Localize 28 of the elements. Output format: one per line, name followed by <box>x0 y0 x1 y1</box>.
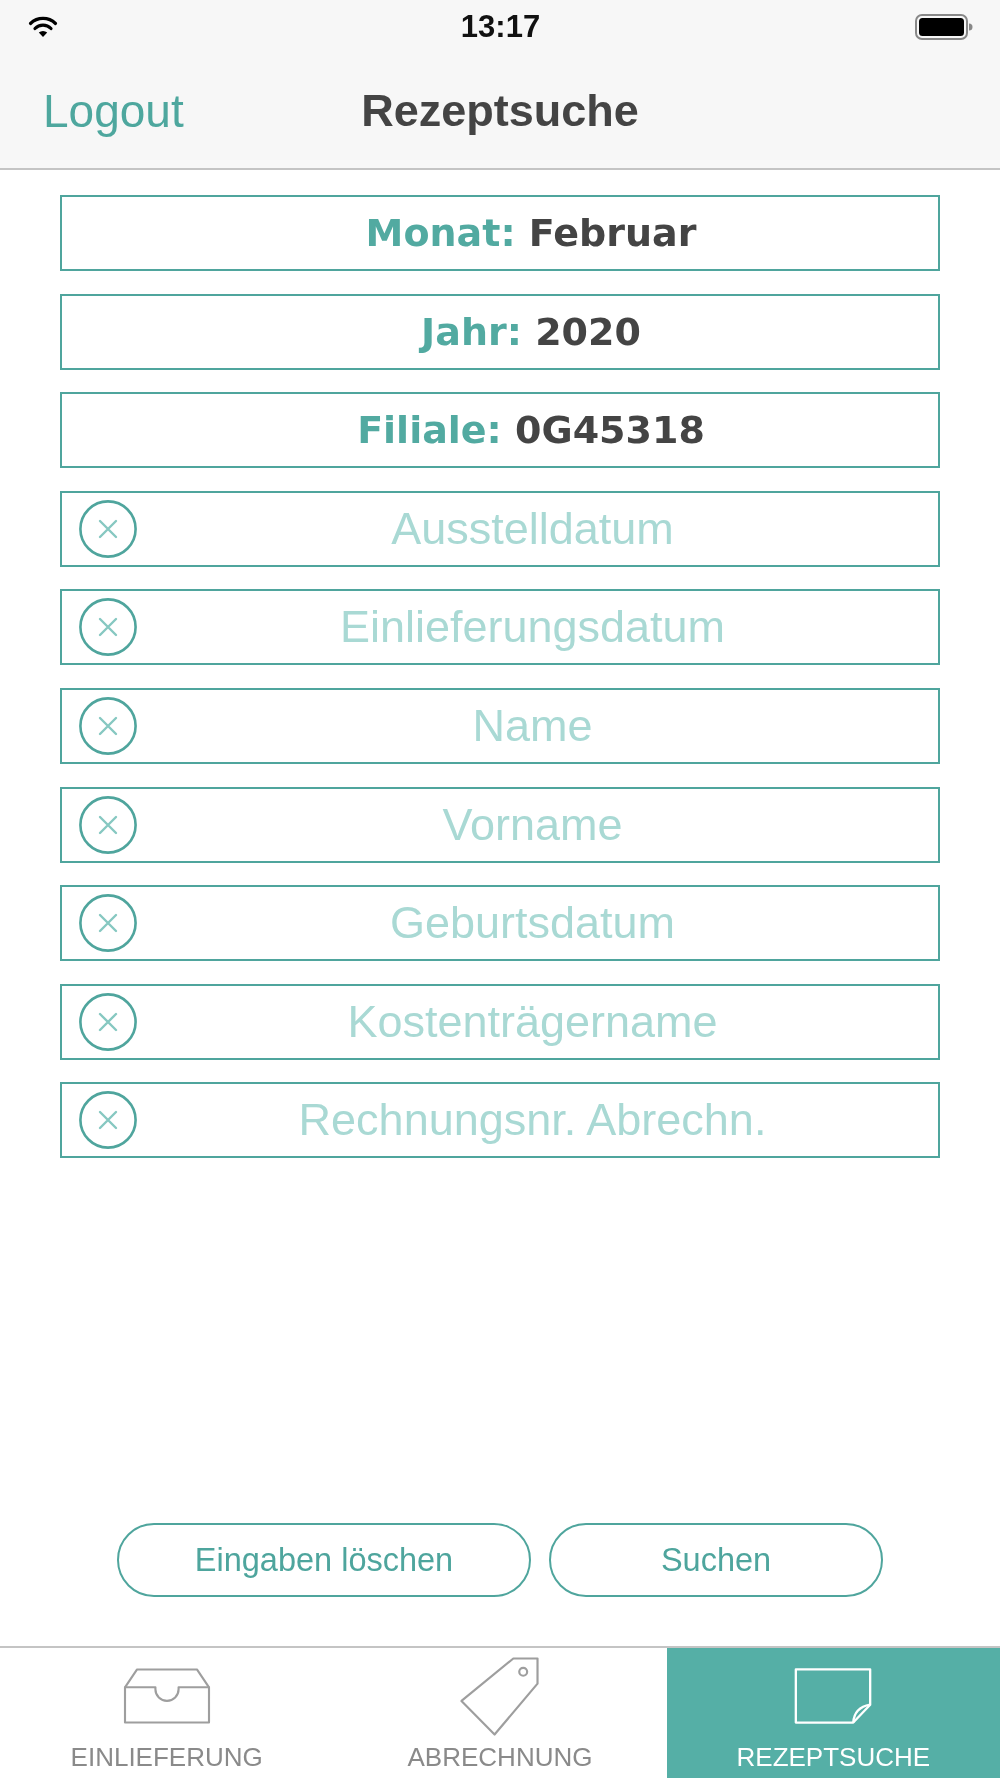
input-field[interactable]: Ausstelldatum <box>60 490 940 567</box>
tab[interactable]: REZEPTSUCHE <box>666 1648 1000 1778</box>
clear-icon[interactable] <box>79 992 137 1051</box>
input-field[interactable]: Name <box>60 687 940 764</box>
selector-button[interactable]: Jahr: 2020 <box>60 293 940 370</box>
clear-inputs-button[interactable]: Eingaben löschen <box>117 1523 531 1597</box>
logout-button[interactable]: Logout <box>43 83 184 138</box>
input-field[interactable]: Kostenträgername <box>60 983 940 1060</box>
status-time: 13:17 <box>460 8 541 45</box>
tray-icon <box>122 1668 211 1724</box>
search-button[interactable]: Suchen <box>549 1523 883 1597</box>
input-field[interactable]: Einlieferungsdatum <box>60 589 940 666</box>
clear-icon[interactable] <box>79 499 137 558</box>
selector-button[interactable]: Monat: Februar <box>60 195 940 271</box>
clear-icon[interactable] <box>79 598 137 657</box>
wifi-icon <box>28 15 58 38</box>
battery-icon <box>915 13 973 40</box>
input-field[interactable]: Vorname <box>60 786 940 863</box>
note-icon <box>793 1668 874 1724</box>
clear-icon[interactable] <box>79 696 137 755</box>
clear-icon[interactable] <box>79 795 137 854</box>
input-field[interactable]: Geburtsdatum <box>60 885 940 962</box>
selector-button[interactable]: Filiale: 0G45318 <box>60 392 940 469</box>
clear-icon[interactable] <box>79 894 137 953</box>
nav-title: Rezeptsuche <box>361 84 639 137</box>
clear-icon[interactable] <box>79 1091 137 1150</box>
tag-icon <box>460 1656 540 1736</box>
input-field[interactable]: Rechnungsnr. Abrechn. <box>60 1082 940 1159</box>
